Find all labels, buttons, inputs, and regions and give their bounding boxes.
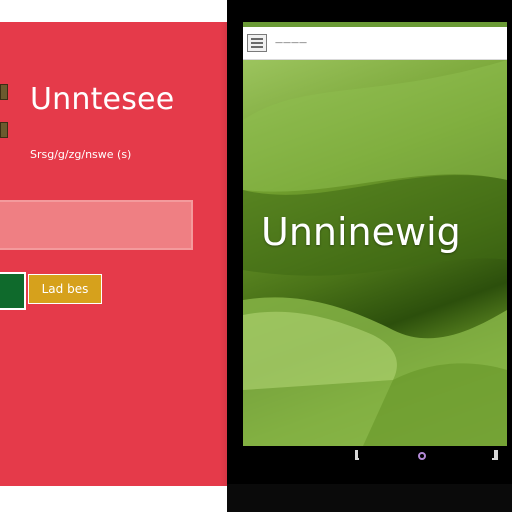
screenshot-stage: Unntesee Srsg/g/zg/nswe (s) Lad bes ———— xyxy=(0,0,512,512)
tablet-device: ———— Unninewig xyxy=(227,0,512,512)
left-window: Unntesee Srsg/g/zg/nswe (s) Lad bes xyxy=(0,22,228,486)
wallpaper-image: Unninewig xyxy=(243,60,507,446)
window-title: ———— xyxy=(275,38,307,47)
submit-button[interactable]: Lad bes xyxy=(28,274,102,304)
search-button[interactable] xyxy=(492,450,498,460)
app-icon[interactable] xyxy=(0,122,8,138)
device-bottom-bezel xyxy=(227,484,512,512)
window-menu-icon[interactable] xyxy=(247,34,267,52)
back-button[interactable] xyxy=(355,450,359,460)
subtitle-text: Srsg/g/zg/nswe (s) xyxy=(30,148,132,161)
device-screen: ———— Unninewig xyxy=(243,22,507,446)
text-input-field[interactable] xyxy=(0,200,193,250)
wallpaper-text: Unninewig xyxy=(261,210,461,254)
titlebar-accent xyxy=(243,22,507,27)
window-titlebar: ———— xyxy=(243,22,507,60)
app-icon[interactable] xyxy=(0,84,8,100)
green-checkbox[interactable] xyxy=(0,272,26,310)
page-title: Unntesee xyxy=(30,82,175,117)
home-button[interactable] xyxy=(418,452,426,460)
